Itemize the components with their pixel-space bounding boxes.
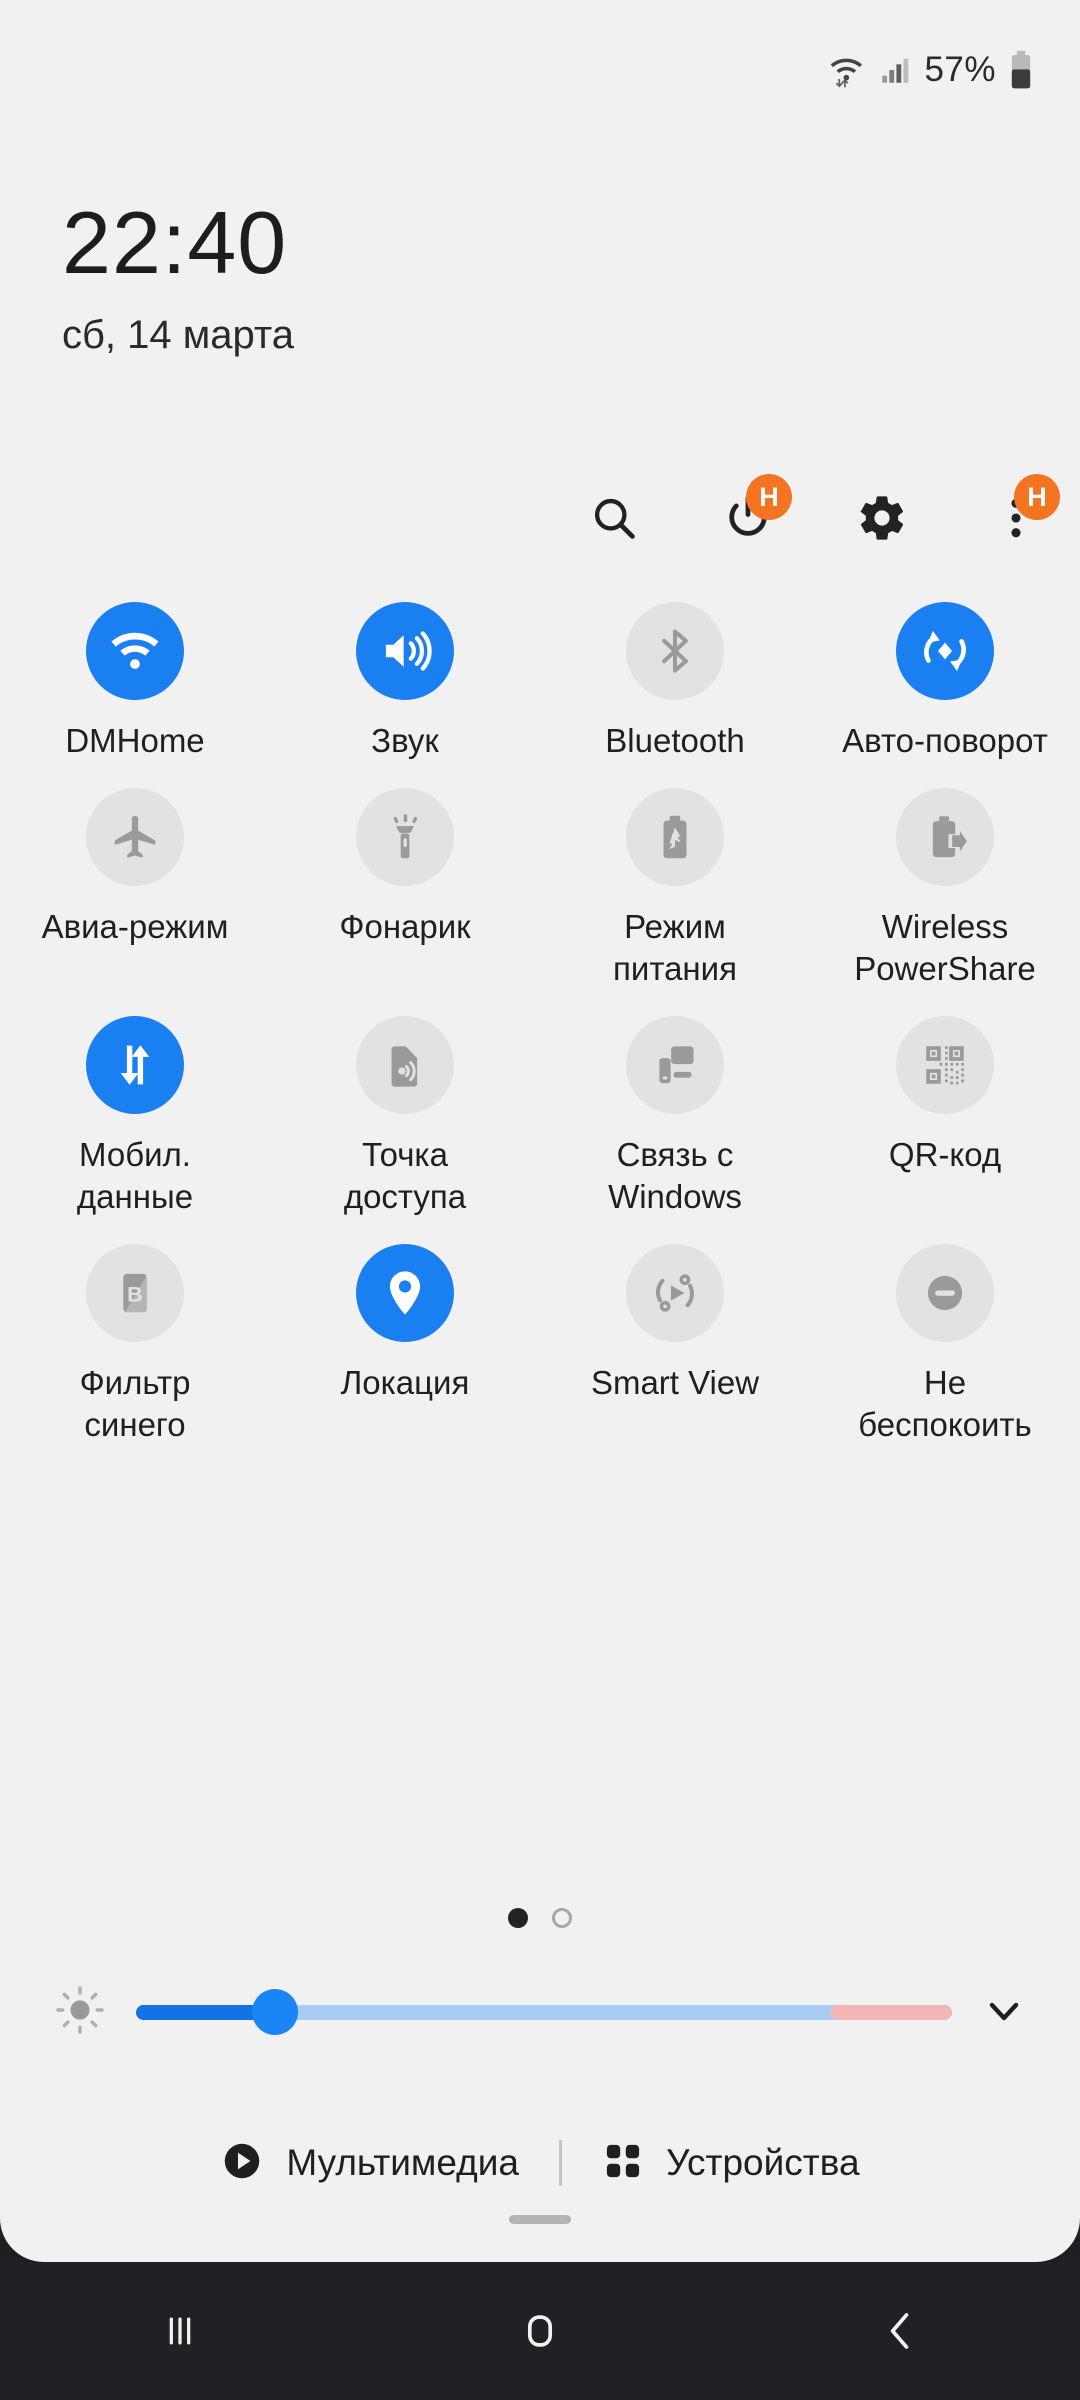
tile-label: Звук — [371, 722, 439, 759]
recents-icon — [169, 2317, 191, 2345]
tile-label: Точка доступа — [343, 1136, 467, 1215]
tile-mobile-data[interactable]: Мобил. данные — [0, 1016, 270, 1218]
media-button[interactable]: Мультимедиа — [220, 2139, 519, 2188]
tile-smart-view[interactable]: Smart View — [540, 1244, 810, 1446]
tile-label: Bluetooth — [605, 722, 745, 759]
tile-label: Wireless PowerShare — [854, 908, 1036, 987]
volume-icon — [356, 602, 454, 700]
settings-button[interactable] — [854, 490, 910, 546]
chevron-down-icon[interactable] — [980, 1986, 1028, 2039]
tile-power-mode[interactable]: Режим питания — [540, 788, 810, 990]
page-indicator — [0, 1908, 1080, 1928]
brightness-icon — [52, 1982, 108, 2043]
hotspot-icon — [356, 1016, 454, 1114]
power-button[interactable]: H — [720, 474, 792, 546]
wifi-data-icon — [826, 50, 866, 90]
wireless-share-icon — [896, 788, 994, 886]
search-icon — [594, 498, 635, 539]
tile-flashlight[interactable]: Фонарик — [270, 788, 540, 990]
qr-code-icon — [896, 1016, 994, 1114]
tile-location[interactable]: Локация — [270, 1244, 540, 1446]
mobile-data-icon — [86, 1016, 184, 1114]
recents-button[interactable] — [110, 2281, 250, 2381]
more-button[interactable]: H — [988, 474, 1060, 546]
tile-blue-light-filter[interactable]: B Фильтр синего — [0, 1244, 270, 1446]
brightness-row — [0, 1968, 1080, 2056]
tile-label: Фонарик — [339, 908, 471, 945]
phone-screen: 57% 22:40 сб, 14 марта H H DMHome Звук B… — [0, 0, 1080, 2400]
search-button[interactable] — [586, 490, 642, 546]
tile-sound[interactable]: Звук — [270, 602, 540, 762]
bluetooth-icon — [626, 602, 724, 700]
battery-percentage: 57% — [924, 50, 996, 89]
brightness-high-range — [829, 2004, 952, 2020]
navigation-bar — [0, 2262, 1080, 2400]
tile-hotspot[interactable]: Точка доступа — [270, 1016, 540, 1218]
more-badge: H — [1014, 474, 1060, 520]
auto-rotate-icon — [896, 602, 994, 700]
play-circle-icon — [220, 2139, 264, 2188]
tile-bluetooth[interactable]: Bluetooth — [540, 602, 810, 762]
gear-icon — [860, 496, 904, 540]
tile-wireless-powershare[interactable]: Wireless PowerShare — [810, 788, 1080, 990]
tile-label: Авиа-режим — [41, 908, 229, 945]
do-not-disturb-icon — [896, 1244, 994, 1342]
tile-label: Авто-поворот — [842, 722, 1048, 759]
back-button[interactable] — [830, 2281, 970, 2381]
page-dot-inactive[interactable] — [552, 1908, 572, 1928]
tile-dmhome[interactable]: DMHome — [0, 602, 270, 762]
brightness-slider[interactable] — [136, 1989, 952, 2035]
quick-settings-panel: 57% 22:40 сб, 14 марта H H DMHome Звук B… — [0, 0, 1080, 2262]
link-to-windows-icon — [626, 1016, 724, 1114]
home-icon — [527, 2315, 553, 2347]
location-pin-icon — [356, 1244, 454, 1342]
tile-label: QR-код — [888, 1136, 1002, 1173]
page-dot-active[interactable] — [508, 1908, 528, 1928]
status-bar: 57% — [0, 0, 1080, 140]
media-label: Мультимедиа — [286, 2142, 519, 2183]
tile-label: Локация — [340, 1364, 470, 1401]
clock-time: 22:40 — [62, 193, 288, 292]
power-badge: H — [746, 474, 792, 520]
tile-label: Связь с Windows — [608, 1136, 742, 1215]
cellular-signal-icon — [878, 53, 912, 87]
battery-icon — [1008, 50, 1034, 90]
devices-button[interactable]: Устройства — [602, 2140, 860, 2187]
tile-qr-code[interactable]: QR-код — [810, 1016, 1080, 1218]
tile-label: Мобил. данные — [76, 1136, 194, 1215]
tile-do-not-disturb[interactable]: Не беспокоить — [810, 1244, 1080, 1446]
svg-text:B: B — [127, 1282, 143, 1307]
tile-auto-rotate[interactable]: Авто-поворот — [810, 602, 1080, 762]
tile-airplane-mode[interactable]: Авиа-режим — [0, 788, 270, 990]
brightness-knob[interactable] — [251, 1989, 298, 2035]
panel-drag-handle[interactable] — [509, 2215, 571, 2224]
wifi-icon — [86, 602, 184, 700]
tile-label: DMHome — [65, 722, 205, 759]
clock-block[interactable]: 22:40 сб, 14 марта — [62, 195, 294, 361]
smart-view-icon — [626, 1244, 724, 1342]
tile-label: Режим питания — [613, 908, 737, 987]
tile-label: Не беспокоить — [858, 1364, 1032, 1443]
devices-grid-icon — [602, 2140, 644, 2187]
tile-link-to-windows[interactable]: Связь с Windows — [540, 1016, 810, 1218]
header-action-row: H H — [586, 474, 1060, 546]
devices-label: Устройства — [665, 2142, 860, 2183]
tile-label: Smart View — [590, 1364, 760, 1401]
flashlight-icon — [356, 788, 454, 886]
clock-date: сб, 14 марта — [62, 313, 294, 357]
power-saving-icon — [626, 788, 724, 886]
tile-label: Фильтр синего — [79, 1364, 191, 1443]
footer-divider — [558, 2140, 562, 2186]
back-icon — [890, 2313, 909, 2349]
blue-light-filter-icon: B — [86, 1244, 184, 1342]
home-button[interactable] — [470, 2281, 610, 2381]
airplane-icon — [86, 788, 184, 886]
quick-settings-tiles: DMHome Звук Bluetooth Авто-поворот Авиа-… — [0, 602, 1080, 1446]
panel-footer: Мультимедиа Устройства — [0, 2118, 1080, 2208]
